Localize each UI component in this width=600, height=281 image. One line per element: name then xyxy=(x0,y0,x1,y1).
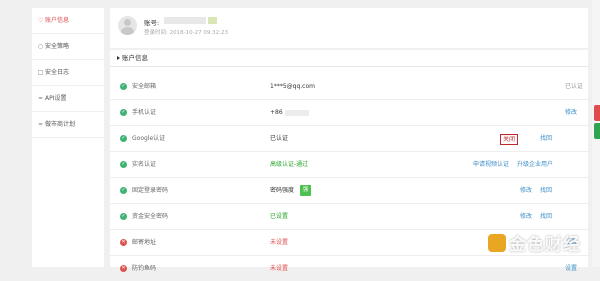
row-label: Google认证 xyxy=(132,135,166,142)
check-icon: ✓ xyxy=(120,213,127,220)
modify-login-password-link[interactable]: 修改 xyxy=(520,178,532,203)
account-badge-icon xyxy=(208,17,217,24)
floating-tab-red[interactable] xyxy=(594,105,600,121)
row-label: 手机认证 xyxy=(132,109,157,116)
row-label: 安全邮箱 xyxy=(132,83,157,90)
disable-google-auth-button[interactable]: 关闭 xyxy=(500,134,519,145)
check-icon: ✓ xyxy=(120,187,127,194)
sidebar-item-label: 账户信息 xyxy=(45,17,70,24)
panel-title: 账户信息 xyxy=(110,50,588,67)
sidebar: ♡ 账户信息 ○ 安全策略 □ 安全日志 ≈ API设置 ≈ 做市商计划 xyxy=(32,8,104,267)
watermark: 金色财经 xyxy=(488,233,581,257)
verified-status: 已认证 xyxy=(565,83,584,90)
partner-icon: ≈ xyxy=(37,121,44,128)
lightbulb-icon: ○ xyxy=(37,43,44,50)
check-icon: ✓ xyxy=(120,109,127,116)
row-label: 实名认证 xyxy=(132,161,157,168)
sidebar-item-label: 做市商计划 xyxy=(45,121,76,128)
table-row: ✕ 防钓鱼码 未设置 设置 xyxy=(110,256,588,281)
account-header: 账号: 登录时间: 2018-10-27 09:32:23 xyxy=(110,8,588,48)
sidebar-item-security-policy[interactable]: ○ 安全策略 xyxy=(32,34,104,60)
floating-tab-green[interactable] xyxy=(594,123,600,139)
user-icon: ♡ xyxy=(37,17,44,24)
cross-icon: ✕ xyxy=(120,265,127,272)
check-icon: ✓ xyxy=(120,83,127,90)
sidebar-item-api-settings[interactable]: ≈ API设置 xyxy=(32,86,104,112)
row-value: 未设置 xyxy=(270,239,289,246)
row-value: 1***5@qq.com xyxy=(270,83,315,90)
row-label: 邮寄地址 xyxy=(132,239,157,246)
sidebar-item-account-info[interactable]: ♡ 账户信息 xyxy=(32,8,104,34)
login-time: 登录时间: 2018-10-27 09:32:23 xyxy=(144,30,229,36)
log-icon: □ xyxy=(37,69,44,76)
table-row: ✓ 实名认证 高级认证-通过 申请视频认证 升级企业用户 xyxy=(110,152,588,178)
table-row: ✓ 手机认证 +86 修改 xyxy=(110,100,588,126)
sidebar-item-security-log[interactable]: □ 安全日志 xyxy=(32,60,104,86)
sidebar-item-label: 安全策略 xyxy=(45,43,70,50)
cross-icon: ✕ xyxy=(120,239,127,246)
recover-fund-password-link[interactable]: 找回 xyxy=(540,204,552,229)
video-verification-link[interactable]: 申请视频认证 xyxy=(473,152,509,177)
table-row: ✓ 固定登录密码 密码强度 强 修改 找回 xyxy=(110,178,588,204)
sidebar-item-label: 安全日志 xyxy=(45,69,70,76)
avatar xyxy=(118,16,137,35)
recover-login-password-link[interactable]: 找回 xyxy=(540,178,552,203)
sidebar-item-label: API设置 xyxy=(45,95,67,102)
row-value: 已设置 xyxy=(270,213,289,220)
table-row: ✓ 资金安全密码 已设置 修改 找回 xyxy=(110,204,588,230)
password-strength-badge: 强 xyxy=(300,185,311,196)
sidebar-item-market-maker[interactable]: ≈ 做市商计划 xyxy=(32,112,104,138)
api-icon: ≈ xyxy=(37,95,44,102)
recover-google-auth-link[interactable]: 找回 xyxy=(540,126,552,151)
account-label: 账号: xyxy=(144,19,160,27)
upgrade-enterprise-link[interactable]: 升级企业用户 xyxy=(517,152,553,177)
account-name-redacted xyxy=(164,17,206,24)
phone-redacted xyxy=(284,109,309,116)
table-row: ✓ 安全邮箱 1***5@qq.com 已认证 xyxy=(110,74,588,100)
table-row: ✓ Google认证 已认证 关闭 找回 xyxy=(110,126,588,152)
row-value: 密码强度 xyxy=(270,187,295,194)
row-value: 已认证 xyxy=(270,135,289,142)
check-icon: ✓ xyxy=(120,161,127,168)
row-label: 防钓鱼码 xyxy=(132,265,157,272)
row-value: 高级认证-通过 xyxy=(270,161,309,168)
row-label: 资金安全密码 xyxy=(132,213,169,220)
watermark-logo-icon xyxy=(488,234,506,252)
modify-phone-link[interactable]: 修改 xyxy=(565,100,577,125)
row-value: 未设置 xyxy=(270,265,289,272)
row-label: 固定登录密码 xyxy=(132,187,169,194)
check-icon: ✓ xyxy=(120,135,127,142)
set-anti-phishing-link[interactable]: 设置 xyxy=(565,256,577,281)
modify-fund-password-link[interactable]: 修改 xyxy=(520,204,532,229)
row-value: +86 xyxy=(270,100,309,125)
